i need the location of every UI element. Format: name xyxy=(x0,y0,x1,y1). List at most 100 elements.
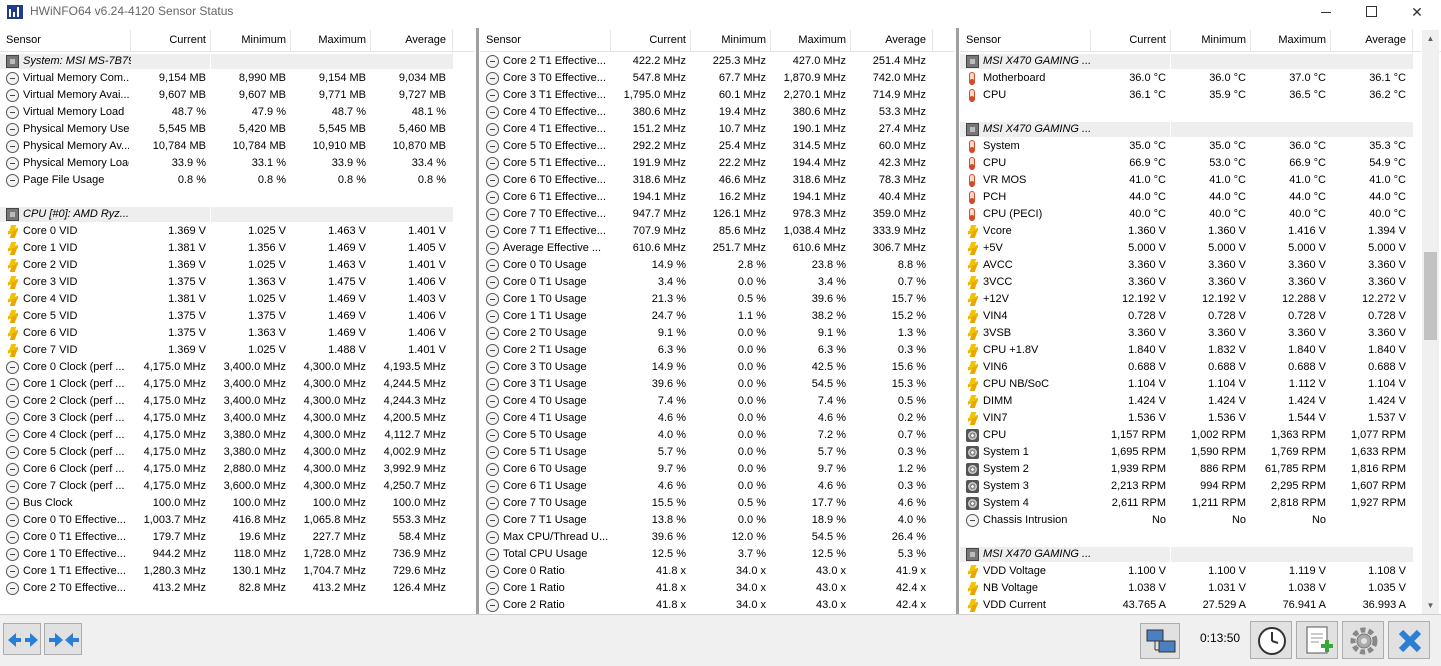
sensor-row[interactable]: System 1 1,695 RPM 1,590 RPM 1,769 RPM 1,633… xyxy=(960,444,1441,461)
sensor-row[interactable]: DIMM 1.424 V 1.424 V 1.424 V 1.424 V xyxy=(960,393,1441,410)
sensor-row[interactable]: Max CPU/Thread U... 39.6 % 12.0 % 54.5 % 26.… xyxy=(480,529,954,546)
sensor-row[interactable]: Core 5 T1 Usage 5.7 % 0.0 % 5.7 % 0.3 % xyxy=(480,444,954,461)
layout-toggle-button[interactable] xyxy=(44,623,82,655)
sensor-row[interactable]: Core 1 T1 Effective... 1,280.3 MHz 130.1 M… xyxy=(0,563,474,580)
column-divider[interactable] xyxy=(850,30,851,52)
sensor-row[interactable]: Core 2 T0 Usage 9.1 % 0.0 % 9.1 % 1.3 % xyxy=(480,325,954,342)
column-header-maximum[interactable]: Maximum xyxy=(292,34,366,46)
scroll-thumb[interactable] xyxy=(1424,252,1437,340)
column-divider[interactable] xyxy=(690,30,691,52)
sensor-row[interactable]: Core 4 Clock (perf ... 4,175.0 MHz 3,380.0… xyxy=(0,427,474,444)
sensor-row[interactable]: VDD Voltage 1.100 V 1.100 V 1.119 V 1.108 V xyxy=(960,563,1441,580)
logging-button[interactable] xyxy=(1296,621,1338,659)
column-header-average[interactable]: Average xyxy=(372,34,446,46)
sensor-row[interactable]: Virtual Memory Avai... 9,607 MB 9,607 MB 9,… xyxy=(0,87,474,104)
column-divider[interactable] xyxy=(452,30,453,52)
sensor-pane-3[interactable]: Sensor Current Minimum Maximum Average MSI X4… xyxy=(960,30,1441,614)
column-header-maximum[interactable]: Maximum xyxy=(772,34,846,46)
sensor-row[interactable]: Core 5 T0 Effective... 292.2 MHz 25.4 MHz 3… xyxy=(480,138,954,155)
sensor-row[interactable]: System 2 1,939 RPM 886 RPM 61,785 RPM 1,816 … xyxy=(960,461,1441,478)
sensor-row[interactable]: Core 4 T0 Effective... 380.6 MHz 19.4 MHz 3… xyxy=(480,104,954,121)
column-divider[interactable] xyxy=(610,30,611,52)
column-header-minimum[interactable]: Minimum xyxy=(692,34,766,46)
sensor-row[interactable]: VR MOS 41.0 °C 41.0 °C 41.0 °C 41.0 °C xyxy=(960,172,1441,189)
sensor-row[interactable]: Core 3 T0 Usage 14.9 % 0.0 % 42.5 % 15.6 % xyxy=(480,359,954,376)
sensor-row[interactable]: Core 7 VID 1.369 V 1.025 V 1.488 V 1.401 V xyxy=(0,342,474,359)
sensor-row[interactable]: Core 1 Clock (perf ... 4,175.0 MHz 3,400.0… xyxy=(0,376,474,393)
sensor-row[interactable]: Total CPU Usage 12.5 % 3.7 % 12.5 % 5.3 % xyxy=(480,546,954,563)
sensor-row[interactable]: PCH 44.0 °C 44.0 °C 44.0 °C 44.0 °C xyxy=(960,189,1441,206)
sensor-row[interactable]: VIN6 0.688 V 0.688 V 0.688 V 0.688 V xyxy=(960,359,1441,376)
sensor-group-row[interactable]: MSI X470 GAMING ... xyxy=(960,546,1441,563)
sensor-row[interactable]: Core 0 Clock (perf ... 4,175.0 MHz 3,400.0… xyxy=(0,359,474,376)
column-divider[interactable] xyxy=(1250,30,1251,52)
sensor-row[interactable]: 3VSB 3.360 V 3.360 V 3.360 V 3.360 V xyxy=(960,325,1441,342)
sensor-row[interactable]: Core 3 T1 Usage 39.6 % 0.0 % 54.5 % 15.3 % xyxy=(480,376,954,393)
sensor-row[interactable]: +12V 12.192 V 12.192 V 12.288 V 12.272 V xyxy=(960,291,1441,308)
sensor-row[interactable]: CPU +1.8V 1.840 V 1.832 V 1.840 V 1.840 V xyxy=(960,342,1441,359)
sensor-row[interactable]: Core 4 VID 1.381 V 1.025 V 1.469 V 1.403 V xyxy=(0,291,474,308)
column-divider[interactable] xyxy=(770,30,771,52)
sensor-row[interactable]: Core 0 VID 1.369 V 1.025 V 1.463 V 1.401 V xyxy=(0,223,474,240)
sensor-row[interactable]: Core 4 T1 Effective... 151.2 MHz 10.7 MHz 1… xyxy=(480,121,954,138)
sensor-row[interactable]: Virtual Memory Load 48.7 % 47.9 % 48.7 % 48.… xyxy=(0,104,474,121)
scroll-down-arrow-icon[interactable]: ▼ xyxy=(1422,597,1439,614)
sensor-row[interactable]: VIN7 1.536 V 1.536 V 1.544 V 1.537 V xyxy=(960,410,1441,427)
column-header-current[interactable]: Current xyxy=(1092,34,1166,46)
sensor-row[interactable]: VDD Current 43.765 A 27.529 A 76.941 A 36.99… xyxy=(960,597,1441,614)
sensor-row[interactable]: Core 3 T1 Effective... 1,795.0 MHz 60.1 MH… xyxy=(480,87,954,104)
sensor-group-row[interactable]: MSI X470 GAMING ... xyxy=(960,121,1441,138)
sensor-row[interactable]: CPU 1,157 RPM 1,002 RPM 1,363 RPM 1,077 RPM xyxy=(960,427,1441,444)
column-header-minimum[interactable]: Minimum xyxy=(212,34,286,46)
settings-button[interactable] xyxy=(1342,621,1384,659)
sensor-row[interactable]: Core 0 T0 Usage 14.9 % 2.8 % 23.8 % 8.8 % xyxy=(480,257,954,274)
column-header-minimum[interactable]: Minimum xyxy=(1172,34,1246,46)
sensor-row[interactable]: Core 2 Ratio 41.8 x 34.0 x 43.0 x 42.4 x xyxy=(480,597,954,614)
column-header-current[interactable]: Current xyxy=(132,34,206,46)
sensor-row[interactable]: Core 5 T1 Effective... 191.9 MHz 22.2 MHz 1… xyxy=(480,155,954,172)
sensor-row[interactable]: Physical Memory Load 33.9 % 33.1 % 33.9 % 33… xyxy=(0,155,474,172)
sensor-pane-2[interactable]: Sensor Current Minimum Maximum Average Core 2… xyxy=(480,30,954,614)
sensor-row[interactable]: Core 7 T0 Effective... 947.7 MHz 126.1 MHz… xyxy=(480,206,954,223)
scroll-up-arrow-icon[interactable]: ▲ xyxy=(1422,30,1439,47)
sensor-row[interactable]: Core 0 T1 Usage 3.4 % 0.0 % 3.4 % 0.7 % xyxy=(480,274,954,291)
sensor-row[interactable]: Core 2 T1 Effective... 422.2 MHz 225.3 MHz… xyxy=(480,53,954,70)
sensor-group-row[interactable]: MSI X470 GAMING ... xyxy=(960,53,1441,70)
sensor-row[interactable]: Core 2 T0 Effective... 413.2 MHz 82.8 MHz 4… xyxy=(0,580,474,597)
sensor-row[interactable]: Core 7 T0 Usage 15.5 % 0.5 % 17.7 % 4.6 % xyxy=(480,495,954,512)
sensor-row[interactable]: Core 5 T0 Usage 4.0 % 0.0 % 7.2 % 0.7 % xyxy=(480,427,954,444)
column-divider[interactable] xyxy=(370,30,371,52)
close-sensors-button[interactable] xyxy=(1388,621,1430,659)
sensor-row[interactable]: Core 5 Clock (perf ... 4,175.0 MHz 3,380.0… xyxy=(0,444,474,461)
sensor-row[interactable]: Chassis Intrusion No No No xyxy=(960,512,1441,529)
sensor-row[interactable]: Core 1 T1 Usage 24.7 % 1.1 % 38.2 % 15.2 % xyxy=(480,308,954,325)
sensor-row[interactable]: CPU 66.9 °C 53.0 °C 66.9 °C 54.9 °C xyxy=(960,155,1441,172)
column-header-sensor[interactable]: Sensor xyxy=(486,34,521,46)
column-divider[interactable] xyxy=(1330,30,1331,52)
sensor-row[interactable]: CPU (PECI) 40.0 °C 40.0 °C 40.0 °C 40.0 °C xyxy=(960,206,1441,223)
sensor-row[interactable]: Core 1 T0 Usage 21.3 % 0.5 % 39.6 % 15.7 % xyxy=(480,291,954,308)
sensor-row[interactable]: Core 2 Clock (perf ... 4,175.0 MHz 3,400.0… xyxy=(0,393,474,410)
column-header-maximum[interactable]: Maximum xyxy=(1252,34,1326,46)
column-divider[interactable] xyxy=(1412,30,1413,52)
sensor-row[interactable]: Core 0 T1 Effective... 179.7 MHz 19.6 MHz 2… xyxy=(0,529,474,546)
sensor-row[interactable]: Core 2 T1 Usage 6.3 % 0.0 % 6.3 % 0.3 % xyxy=(480,342,954,359)
sensor-row[interactable]: Motherboard 36.0 °C 36.0 °C 37.0 °C 36.1 °C xyxy=(960,70,1441,87)
column-divider[interactable] xyxy=(1170,30,1171,52)
pane-splitter-1[interactable] xyxy=(476,28,479,614)
sensor-row[interactable]: Core 4 T0 Usage 7.4 % 0.0 % 7.4 % 0.5 % xyxy=(480,393,954,410)
sensor-group-row[interactable]: System: MSI MS-7B79 xyxy=(0,53,474,70)
expand-collapse-button[interactable] xyxy=(3,623,41,655)
sensor-row[interactable]: Core 6 T1 Effective... 194.1 MHz 16.2 MHz 1… xyxy=(480,189,954,206)
pane-splitter-2[interactable] xyxy=(956,28,959,614)
column-divider[interactable] xyxy=(130,30,131,52)
sensor-row[interactable]: Bus Clock 100.0 MHz 100.0 MHz 100.0 MHz 100.… xyxy=(0,495,474,512)
sensor-row[interactable]: Core 0 T0 Effective... 1,003.7 MHz 416.8 M… xyxy=(0,512,474,529)
sensor-row[interactable]: Core 1 Ratio 41.8 x 34.0 x 43.0 x 42.4 x xyxy=(480,580,954,597)
sensor-row[interactable]: NB Voltage 1.038 V 1.031 V 1.038 V 1.035 V xyxy=(960,580,1441,597)
sensor-row[interactable]: Core 6 Clock (perf ... 4,175.0 MHz 2,880.0… xyxy=(0,461,474,478)
maximize-button[interactable] xyxy=(1348,0,1394,24)
sensor-row[interactable]: Core 1 VID 1.381 V 1.356 V 1.469 V 1.405 V xyxy=(0,240,474,257)
sensor-row[interactable]: AVCC 3.360 V 3.360 V 3.360 V 3.360 V xyxy=(960,257,1441,274)
sensor-row[interactable]: Core 2 VID 1.369 V 1.025 V 1.463 V 1.401 V xyxy=(0,257,474,274)
